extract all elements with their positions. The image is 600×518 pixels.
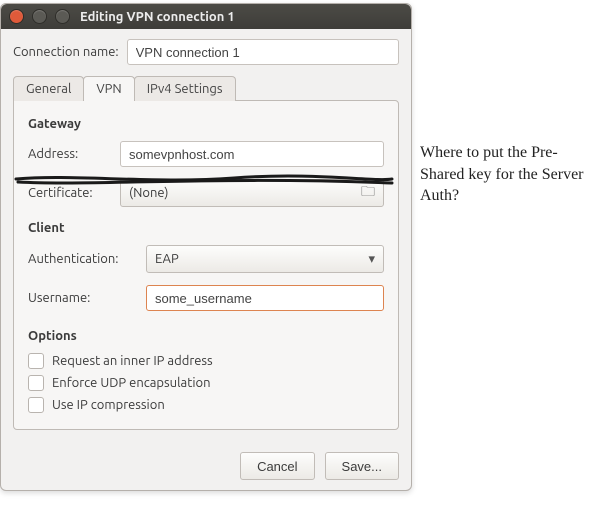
titlebar: Editing VPN connection 1 (1, 4, 411, 29)
certificate-value: (None) (129, 186, 168, 200)
connection-name-label: Connection name: (13, 45, 119, 59)
ip-compression-label: Use IP compression (52, 398, 165, 412)
request-ip-checkbox[interactable] (28, 353, 44, 369)
tab-strip: General VPN IPv4 Settings (13, 75, 399, 100)
tab-general[interactable]: General (13, 76, 84, 101)
tab-panel-vpn: Gateway Address: Certificate: (None) 🗀 C… (13, 100, 399, 430)
ip-compression-checkbox[interactable] (28, 397, 44, 413)
save-button[interactable]: Save... (325, 452, 399, 480)
close-icon[interactable] (9, 9, 24, 24)
connection-name-input[interactable] (127, 39, 399, 65)
authentication-label: Authentication: (28, 252, 146, 266)
certificate-chooser[interactable]: (None) 🗀 (120, 179, 384, 207)
annotation-text: Where to put the Pre-Shared key for the … (420, 142, 588, 207)
username-input[interactable] (146, 285, 384, 311)
authentication-value: EAP (155, 252, 179, 266)
tab-vpn[interactable]: VPN (83, 76, 134, 101)
address-input[interactable] (120, 141, 384, 167)
dialog-button-bar: Cancel Save... (1, 444, 411, 490)
chevron-down-icon: ▾ (368, 252, 375, 267)
address-label: Address: (28, 147, 120, 161)
tab-ipv4[interactable]: IPv4 Settings (134, 76, 236, 101)
maximize-icon[interactable] (55, 9, 70, 24)
authentication-select[interactable]: EAP ▾ (146, 245, 384, 273)
username-label: Username: (28, 291, 146, 305)
cancel-button[interactable]: Cancel (240, 452, 314, 480)
enforce-udp-label: Enforce UDP encapsulation (52, 376, 211, 390)
minimize-icon[interactable] (32, 9, 47, 24)
folder-icon: 🗀 (361, 181, 375, 205)
gateway-section-title: Gateway (28, 117, 384, 131)
client-section-title: Client (28, 221, 384, 235)
enforce-udp-checkbox[interactable] (28, 375, 44, 391)
certificate-label: Certificate: (28, 186, 120, 200)
request-ip-label: Request an inner IP address (52, 354, 213, 368)
window-title: Editing VPN connection 1 (80, 10, 235, 24)
options-section-title: Options (28, 329, 384, 343)
vpn-editor-window: Editing VPN connection 1 Connection name… (0, 3, 412, 491)
